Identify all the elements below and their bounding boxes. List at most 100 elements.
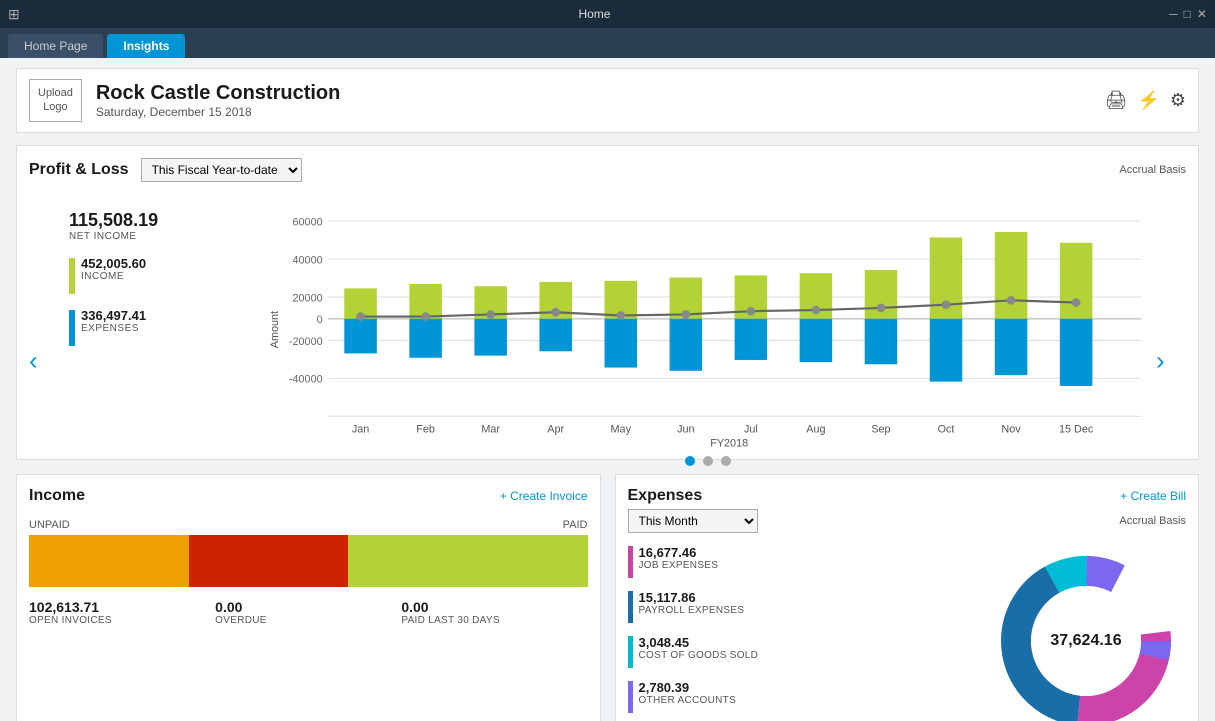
tab-insights[interactable]: Insights [107,34,185,58]
cogs-expense-label: COST OF GOODS SOLD [639,650,759,661]
chart-dot-indicators [263,456,1152,466]
pl-expense-row: 336,497.41 EXPENSES [69,308,249,346]
svg-text:FY2018: FY2018 [710,437,748,447]
create-bill-link[interactable]: + Create Bill [1120,489,1186,503]
svg-text:0: 0 [317,314,323,326]
paid-last-stat: 0.00 PAID LAST 30 DAYS [401,599,587,626]
unpaid-header-label: UNPAID [29,519,70,531]
open-invoices-label: OPEN INVOICES [29,615,215,626]
job-expense-bar [628,546,633,578]
pl-net-income: 115,508.19 NET INCOME [69,210,249,242]
payroll-expense-label: PAYROLL EXPENSES [639,605,745,616]
chart-dot-3[interactable] [721,456,731,466]
svg-text:Apr: Apr [547,423,564,435]
profit-loss-section: Profit & Loss This Fiscal Year-to-date T… [16,145,1199,461]
window-icon: ⊞ [8,6,20,23]
svg-text:Amount: Amount [269,311,281,348]
expenses-title: Expenses [628,487,1121,505]
svg-text:60000: 60000 [293,216,323,228]
svg-text:Feb: Feb [416,423,435,435]
pl-chart-svg: 60000 40000 20000 0 -20000 -40000 Amount [263,190,1152,448]
payroll-expense-bar [628,591,633,623]
tab-insights-label: Insights [123,39,169,53]
expense-item-payroll: 15,117.86 PAYROLL EXPENSES [628,590,973,623]
bar-unpaid [29,535,189,587]
pl-income-value: 452,005.60 [81,256,146,271]
donut-chart-container: 37,624.16 [986,541,1186,721]
svg-text:40000: 40000 [293,254,323,266]
svg-text:Aug: Aug [806,423,825,435]
expenses-filter[interactable]: This Month Last Month This Quarter This … [628,509,758,533]
bar-paid [348,535,587,587]
income-bars [29,535,588,587]
overdue-label: OVERDUE [215,615,401,626]
settings-icon[interactable]: ⚙ [1170,90,1186,111]
job-expense-value: 16,677.46 [639,545,719,560]
paid-last-label: PAID LAST 30 DAYS [401,615,587,626]
pl-income-row: 452,005.60 INCOME [69,256,249,294]
company-date: Saturday, December 15 2018 [96,105,1105,119]
pl-summary: 115,508.19 NET INCOME 452,005.60 INCOME … [59,190,259,448]
donut-chart-svg [986,541,1186,721]
create-invoice-link[interactable]: + Create Invoice [500,489,588,503]
header-icons: 🖨 ⚡ ⚙ [1105,90,1186,111]
open-invoices-value: 102,613.71 [29,599,215,615]
pl-expenses-label: EXPENSES [81,323,146,334]
pl-expenses-value: 336,497.41 [81,308,146,323]
donut-center-value: 37,624.16 [1050,632,1121,650]
minimize-button[interactable]: ─ [1169,7,1178,21]
profit-loss-header: Profit & Loss This Fiscal Year-to-date T… [29,158,1186,182]
pl-nav-right-arrow[interactable]: › [1156,345,1165,376]
company-info: Rock Castle Construction Saturday, Decem… [96,82,1105,119]
pl-net-income-value: 115,508.19 [69,210,249,231]
svg-text:May: May [611,423,632,435]
svg-text:15 Dec: 15 Dec [1059,423,1094,435]
other-expense-bar [628,681,633,713]
title-bar: ⊞ Home ─ □ ✕ [0,0,1215,28]
income-title: Income [29,487,500,505]
chart-dot-1[interactable] [685,456,695,466]
svg-text:-20000: -20000 [289,335,323,347]
bar-overdue [189,535,349,587]
tab-home-page[interactable]: Home Page [8,34,103,58]
main-content: UploadLogo Rock Castle Construction Satu… [0,58,1215,721]
zap-icon[interactable]: ⚡ [1137,90,1159,111]
expense-item-job: 16,677.46 JOB EXPENSES [628,545,973,578]
pl-accrual-label: Accrual Basis [1119,164,1186,176]
print-icon[interactable]: 🖨 [1105,90,1128,111]
job-expense-label: JOB EXPENSES [639,560,719,571]
pl-income-label: INCOME [81,271,146,282]
paid-last-value: 0.00 [401,599,587,615]
upload-logo-button[interactable]: UploadLogo [29,79,82,122]
svg-text:Jun: Jun [677,423,694,435]
income-stats: 102,613.71 OPEN INVOICES 0.00 OVERDUE 0.… [29,599,588,626]
tab-bar: Home Page Insights [0,28,1215,58]
other-expense-label: OTHER ACCOUNTS [639,695,737,706]
svg-text:Jul: Jul [744,423,758,435]
profit-loss-filter[interactable]: This Fiscal Year-to-date This Month Last… [141,158,302,182]
window-title: Home [578,7,610,21]
overdue-value: 0.00 [215,599,401,615]
expenses-filter-row: This Month Last Month This Quarter This … [628,509,1187,533]
pl-nav-left-arrow[interactable]: ‹ [29,345,38,376]
income-section: Income + Create Invoice UNPAID PAID 102,… [16,474,601,721]
profit-loss-title: Profit & Loss [29,161,129,179]
expenses-section: Expenses + Create Bill This Month Last M… [615,474,1200,721]
svg-text:Mar: Mar [481,423,500,435]
overdue-stat: 0.00 OVERDUE [215,599,401,626]
svg-text:Jan: Jan [352,423,369,435]
expenses-accrual-label: Accrual Basis [1119,515,1186,527]
chart-dot-2[interactable] [703,456,713,466]
maximize-button[interactable]: □ [1184,7,1191,21]
cogs-expense-bar [628,636,633,668]
payroll-expense-value: 15,117.86 [639,590,745,605]
bottom-sections: Income + Create Invoice UNPAID PAID 102,… [16,474,1199,721]
svg-text:Nov: Nov [1001,423,1021,435]
expenses-header: Expenses + Create Bill [628,487,1187,505]
close-button[interactable]: ✕ [1197,7,1207,21]
svg-text:20000: 20000 [293,292,323,304]
svg-text:Oct: Oct [938,423,955,435]
svg-text:Sep: Sep [871,423,890,435]
income-header: Income + Create Invoice [29,487,588,505]
svg-text:-40000: -40000 [289,373,323,385]
